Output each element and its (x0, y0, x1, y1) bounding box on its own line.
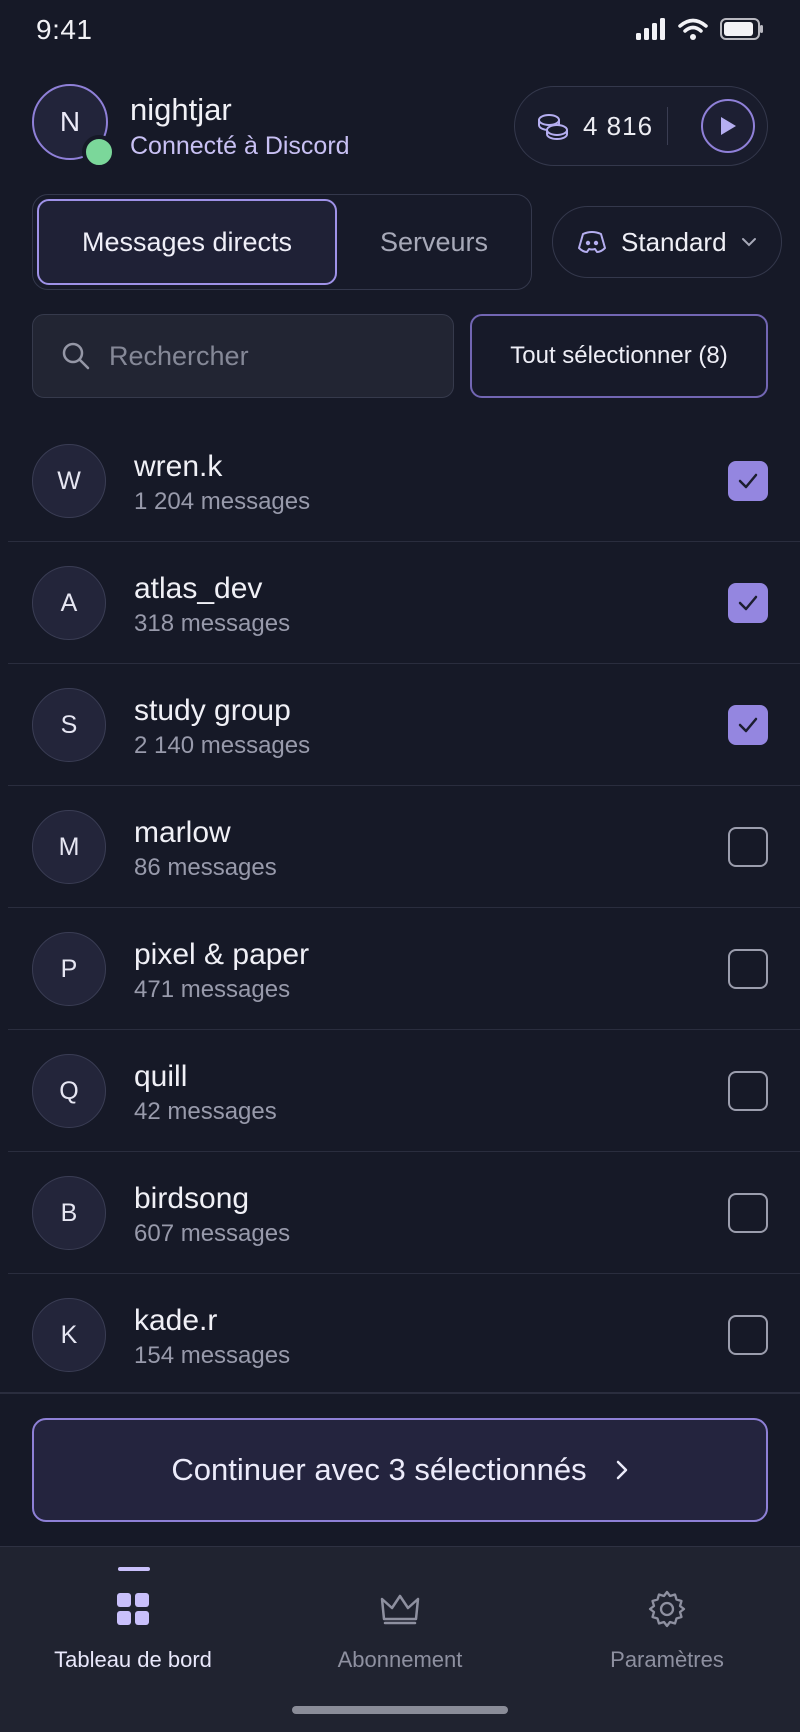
conversation-name: birdsong (134, 1182, 250, 1215)
conversation-avatar: B (32, 1176, 106, 1250)
conversation-name: atlas_dev (134, 572, 263, 605)
tab-serveurs[interactable]: Serveurs (341, 199, 527, 285)
credits-value: 4 816 (583, 111, 654, 141)
conversation-checkbox[interactable] (728, 461, 768, 501)
continue-label: Continuer avec 3 sélectionnés (171, 1452, 587, 1487)
conversation-avatar: A (32, 566, 106, 640)
nav-label: Tableau de bord (54, 1647, 212, 1672)
checkmark-icon (738, 595, 758, 611)
conversation-name: marlow (134, 816, 231, 849)
connection-status: Connecté à Discord (130, 132, 350, 160)
conversation-checkbox[interactable] (728, 827, 768, 867)
nav-label: Abonnement (337, 1647, 463, 1672)
search-input[interactable] (109, 340, 409, 372)
conversation-checkbox[interactable] (728, 1193, 768, 1233)
select-all-button[interactable]: Tout sélectionner (8) (470, 314, 768, 398)
credits-pill[interactable]: 4 816 (514, 86, 768, 166)
list-item[interactable]: K kade.r 154 messages (8, 1274, 800, 1396)
status-bar: 9:41 (0, 0, 800, 60)
wifi-icon (678, 18, 708, 40)
list-item[interactable]: Q quill 42 messages (8, 1030, 800, 1152)
list-item[interactable]: A atlas_dev 318 messages (8, 542, 800, 664)
signal-icon (636, 18, 665, 40)
conversation-name: kade.r (134, 1304, 218, 1337)
checkmark-icon (738, 717, 758, 733)
list-item[interactable]: S study group 2 140 messages (8, 664, 800, 786)
username: nightjar (130, 92, 232, 127)
nav-item-abonnement[interactable]: Abonnement (267, 1547, 533, 1697)
mode-label: Standard (621, 226, 727, 257)
battery-icon (720, 18, 763, 40)
search-box (32, 314, 454, 398)
home-indicator (292, 1706, 508, 1714)
conversation-type-tabs: Messages directs Serveurs (32, 194, 532, 290)
message-count: 318 messages (134, 610, 291, 637)
status-icons (636, 18, 764, 40)
conversation-checkbox[interactable] (728, 705, 768, 745)
status-time: 9:41 (36, 14, 93, 45)
avatar-initial: N (59, 106, 81, 137)
discord-icon (578, 231, 606, 253)
message-count: 607 messages (134, 1220, 291, 1247)
bottom-nav: Tableau de bord Abonnement Paramètres (0, 1546, 800, 1732)
nav-label: Paramètres (610, 1647, 724, 1672)
dashboard-icon (117, 1593, 149, 1625)
play-icon (721, 117, 736, 135)
conversation-avatar: M (32, 810, 106, 884)
message-count: 86 messages (134, 854, 277, 881)
conversation-avatar: S (32, 688, 106, 762)
chevron-down-icon (741, 238, 756, 247)
message-count: 2 140 messages (134, 732, 311, 759)
online-status-dot (82, 135, 116, 169)
nav-item-parametres[interactable]: Paramètres (534, 1547, 800, 1697)
continue-button[interactable]: Continuer avec 3 sélectionnés (32, 1418, 768, 1522)
conversation-checkbox[interactable] (728, 1071, 768, 1111)
conversation-name: pixel & paper (134, 938, 310, 971)
search-icon (62, 342, 90, 370)
message-count: 154 messages (134, 1342, 291, 1369)
message-count: 42 messages (134, 1098, 277, 1125)
checkmark-icon (738, 473, 758, 489)
conversation-checkbox[interactable] (728, 1315, 768, 1355)
conversation-list: W wren.k 1 204 messages A atlas_dev 318 … (0, 420, 800, 1396)
conversation-name: quill (134, 1060, 188, 1093)
nav-item-tableau-de-bord[interactable]: Tableau de bord (0, 1547, 266, 1697)
tab-messages-directs[interactable]: Messages directs (37, 199, 337, 285)
conversation-avatar: Q (32, 1054, 106, 1128)
divider (0, 1392, 800, 1394)
conversation-avatar: K (32, 1298, 106, 1372)
conversation-name: wren.k (134, 450, 223, 483)
pill-divider (667, 107, 668, 145)
list-item[interactable]: M marlow 86 messages (8, 786, 800, 908)
chevron-right-icon (616, 1460, 627, 1480)
message-count: 471 messages (134, 976, 291, 1003)
gear-icon (648, 1590, 686, 1628)
active-tab-indicator (118, 1567, 150, 1571)
conversation-name: study group (134, 694, 291, 727)
conversation-checkbox[interactable] (728, 949, 768, 989)
list-item[interactable]: P pixel & paper 471 messages (8, 908, 800, 1030)
conversation-checkbox[interactable] (728, 583, 768, 623)
list-item[interactable]: B birdsong 607 messages (8, 1152, 800, 1274)
mode-select[interactable]: Standard (552, 206, 782, 278)
conversation-avatar: P (32, 932, 106, 1006)
conversation-avatar: W (32, 444, 106, 518)
coins-icon (538, 114, 568, 141)
message-count: 1 204 messages (134, 488, 311, 515)
crown-icon (380, 1594, 420, 1625)
play-button[interactable] (701, 99, 755, 153)
list-item[interactable]: W wren.k 1 204 messages (8, 420, 800, 542)
